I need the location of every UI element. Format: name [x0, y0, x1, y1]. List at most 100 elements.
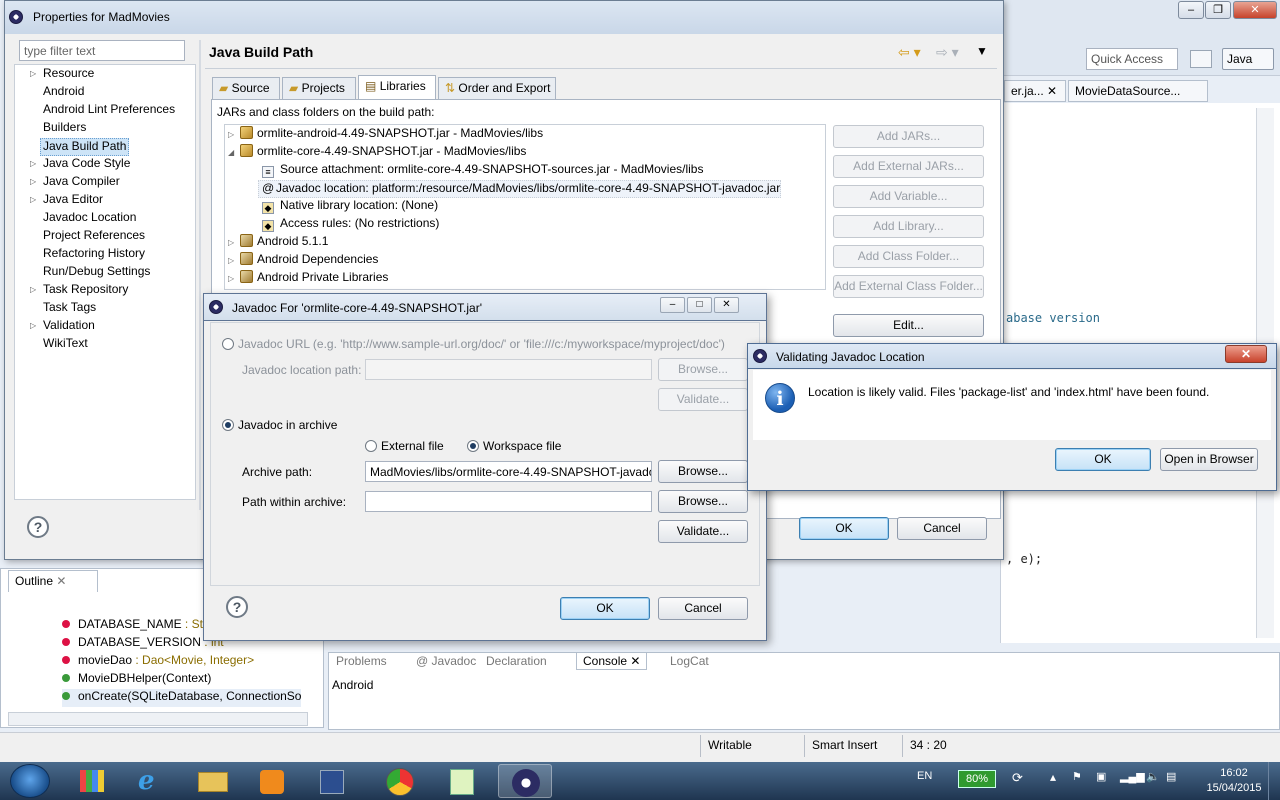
sync-icon[interactable]: ⟳: [1012, 770, 1023, 786]
nav-item-task-tags[interactable]: Task Tags: [43, 300, 96, 318]
add-variable-button[interactable]: Add Variable...: [833, 185, 984, 208]
tab-order-export[interactable]: ⇅ Order and Export: [438, 77, 556, 99]
internet-explorer-icon[interactable]: e: [126, 764, 180, 798]
back-arrow-icon[interactable]: ⇦ ▾: [898, 44, 921, 61]
outline-scrollbar[interactable]: [8, 712, 308, 726]
browse-archive-button[interactable]: Browse...: [658, 460, 748, 483]
minimize-icon[interactable]: –: [1178, 1, 1204, 19]
network-device-icon[interactable]: ▣: [1096, 770, 1106, 783]
battery-indicator[interactable]: 80%: [958, 770, 996, 788]
volume-icon[interactable]: 🔈: [1146, 770, 1160, 783]
quick-access-input[interactable]: Quick Access: [1086, 48, 1178, 70]
tab-projects[interactable]: ▰ Projects: [282, 77, 356, 99]
location-path-field[interactable]: [365, 359, 652, 380]
nav-item-java-code-style[interactable]: Java Code Style: [43, 156, 130, 174]
close-icon[interactable]: ✕: [714, 297, 739, 313]
tree-item-android-dependencies[interactable]: ▷ Android Dependencies: [228, 252, 378, 270]
workspace-file-radio[interactable]: Workspace file: [467, 439, 561, 453]
eclipse-taskbar-icon[interactable]: [498, 764, 552, 798]
nav-item-validation[interactable]: Validation: [43, 318, 95, 336]
tree-item-android-private-libraries[interactable]: ▷ Android Private Libraries: [228, 270, 388, 288]
collapse-icon[interactable]: ◢: [228, 148, 240, 157]
expand-icon[interactable]: ▷: [30, 69, 36, 78]
tree-item-android-511[interactable]: ▷ Android 5.1.1: [228, 234, 328, 252]
help-icon[interactable]: ?: [226, 596, 248, 618]
maximize-icon[interactable]: □: [687, 297, 712, 313]
nav-item-android[interactable]: Android: [43, 84, 84, 102]
close-icon[interactable]: ✕: [56, 574, 66, 588]
edit-button[interactable]: Edit...: [833, 314, 984, 337]
browse-location-button[interactable]: Browse...: [658, 358, 748, 381]
tab-logcat[interactable]: LogCat: [670, 654, 709, 668]
nav-item-java-build-path[interactable]: Java Build Path: [40, 138, 130, 156]
nav-item-project-references[interactable]: Project References: [43, 228, 145, 246]
browse-within-button[interactable]: Browse...: [658, 490, 748, 513]
tree-item-native-library[interactable]: ◆ Native library location: (None): [262, 198, 438, 216]
save-disk-icon[interactable]: [306, 764, 360, 798]
signal-icon[interactable]: ▂▄▆: [1120, 770, 1145, 783]
nav-item-android-lint-preferences[interactable]: Android Lint Preferences: [43, 102, 175, 120]
tab-source[interactable]: ▰ Source: [212, 77, 280, 99]
view-menu-icon[interactable]: ▼: [976, 44, 988, 58]
editor-tab-2[interactable]: MovieDataSource...: [1068, 80, 1208, 102]
expand-icon[interactable]: ▷: [30, 195, 36, 204]
expand-icon[interactable]: ▷: [30, 177, 36, 186]
outline-item[interactable]: DATABASE_NAME : St: [62, 617, 203, 635]
external-file-radio[interactable]: External file: [365, 439, 444, 453]
tab-declaration[interactable]: Declaration: [486, 654, 547, 668]
tree-item-ormlite-android[interactable]: ▷ ormlite-android-4.49-SNAPSHOT.jar - Mad…: [228, 126, 543, 144]
javadoc-archive-radio[interactable]: Javadoc in archive: [222, 418, 337, 432]
start-button[interactable]: [10, 764, 50, 798]
expand-icon[interactable]: ▷: [228, 256, 240, 265]
add-class-folder-button[interactable]: Add Class Folder...: [833, 245, 984, 268]
nav-item-java-editor[interactable]: Java Editor: [43, 192, 103, 210]
expand-icon[interactable]: ▷: [228, 238, 240, 247]
flag-icon[interactable]: ⚑: [1072, 770, 1082, 783]
restore-icon[interactable]: ❐: [1205, 1, 1231, 19]
show-desktop-button[interactable]: [1268, 762, 1280, 800]
show-hidden-icons[interactable]: ▴: [1050, 770, 1056, 784]
expand-icon[interactable]: ▷: [228, 130, 240, 139]
tree-item-access-rules[interactable]: ◆ Access rules: (No restrictions): [262, 216, 439, 234]
validate-ok-button[interactable]: OK: [1055, 448, 1151, 471]
path-within-field[interactable]: [365, 491, 652, 512]
javadoc-cancel-button[interactable]: Cancel: [658, 597, 748, 620]
outline-item[interactable]: DATABASE_VERSION : int: [62, 635, 224, 653]
tab-javadoc[interactable]: @ Javadoc: [416, 654, 476, 668]
expand-icon[interactable]: ▷: [30, 159, 36, 168]
properties-ok-button[interactable]: OK: [799, 517, 889, 540]
javadoc-ok-button[interactable]: OK: [560, 597, 650, 620]
open-perspective-icon[interactable]: [1190, 50, 1212, 68]
javadoc-url-radio[interactable]: Javadoc URL (e.g. 'http://www.sample-url…: [222, 337, 725, 351]
tab-console[interactable]: Console ✕: [576, 652, 648, 670]
app-tray-icon[interactable]: ▤: [1166, 770, 1176, 783]
add-external-class-folder-button[interactable]: Add External Class Folder...: [833, 275, 984, 298]
validate-archive-button[interactable]: Validate...: [658, 520, 748, 543]
tree-item-ormlite-core[interactable]: ◢ ormlite-core-4.49-SNAPSHOT.jar - MadMov…: [228, 144, 526, 162]
tree-item-javadoc-location[interactable]: @ Javadoc location: platform:/resource/Ma…: [258, 180, 782, 198]
add-library-button[interactable]: Add Library...: [833, 215, 984, 238]
language-indicator[interactable]: EN: [917, 770, 932, 782]
nav-item-wikitext[interactable]: WikiText: [43, 336, 88, 354]
editor-tab-1[interactable]: er.ja... ✕: [1004, 80, 1066, 102]
help-icon[interactable]: ?: [27, 516, 49, 538]
nav-item-javadoc-location[interactable]: Javadoc Location: [43, 210, 136, 228]
open-in-browser-button[interactable]: Open in Browser: [1160, 448, 1258, 471]
add-external-jars-button[interactable]: Add External JARs...: [833, 155, 984, 178]
minimize-icon[interactable]: –: [660, 297, 685, 313]
java-perspective-button[interactable]: Java: [1222, 48, 1274, 70]
expand-icon[interactable]: ▷: [30, 321, 36, 330]
filter-input[interactable]: type filter text: [19, 40, 185, 61]
outline-item[interactable]: MovieDBHelper(Context): [62, 671, 211, 689]
forward-arrow-icon[interactable]: ⇨ ▾: [936, 44, 959, 61]
tab-problems[interactable]: Problems: [336, 654, 387, 668]
close-icon[interactable]: ✕: [1225, 345, 1267, 363]
archive-path-field[interactable]: MadMovies/libs/ormlite-core-4.49-SNAPSHO…: [365, 461, 652, 482]
outline-item[interactable]: onCreate(SQLiteDatabase, ConnectionSo: [62, 689, 302, 707]
file-explorer-icon[interactable]: [186, 764, 240, 798]
expand-icon[interactable]: ▷: [228, 274, 240, 283]
properties-cancel-button[interactable]: Cancel: [897, 517, 987, 540]
notepad-plus-icon[interactable]: [436, 764, 490, 798]
tree-item-source-attachment[interactable]: ≡ Source attachment: ormlite-core-4.49-SN…: [262, 162, 703, 180]
nav-item-task-repository[interactable]: Task Repository: [43, 282, 128, 300]
